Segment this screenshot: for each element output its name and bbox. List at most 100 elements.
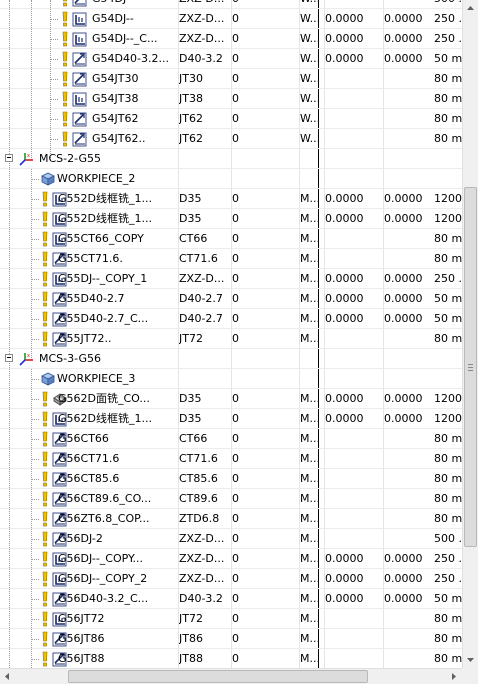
tree-row-operation[interactable]: G56ZT6.8_COP... ZTD6.8 0 M... 80 m bbox=[0, 509, 462, 529]
method-cell: M... bbox=[300, 252, 318, 265]
count-cell: 0 bbox=[232, 332, 239, 345]
floor-stock-cell bbox=[384, 429, 432, 449]
status-warning-icon bbox=[40, 591, 50, 607]
tool-cell: CT71.6 bbox=[179, 252, 218, 265]
tree-node-mcs[interactable]: x MCS-3-G56 bbox=[0, 349, 462, 369]
tool-cell: D35 bbox=[179, 392, 202, 405]
tool-cell: CT89.6 bbox=[179, 492, 218, 505]
feed-cell: 80 m bbox=[434, 252, 462, 265]
tree-row-operation[interactable]: G54DJ-- ZXZ-D... 0 W... 0.0000 0.0000 250 . bbox=[0, 9, 462, 29]
feed-cell: 80 m bbox=[434, 112, 462, 125]
tree-row-operation[interactable]: G56JT88 JT88 0 M... 80 m bbox=[0, 649, 462, 668]
stock-cell bbox=[325, 489, 383, 509]
node-name: G55D40-2.7_C... bbox=[58, 312, 149, 325]
status-warning-icon bbox=[60, 111, 70, 127]
method-cell: W... bbox=[300, 52, 318, 65]
tree-guide-branch bbox=[50, 99, 58, 100]
tree-row-operation[interactable]: G54JT62.. JT62 0 W... 80 m bbox=[0, 129, 462, 149]
collapse-toggle-icon[interactable] bbox=[5, 154, 13, 162]
tree-row-operation[interactable]: G55D40-2.7 D40-2.7 0 M... 0.0000 0.0000 50 m bbox=[0, 289, 462, 309]
feed-cell: 1200 bbox=[434, 192, 462, 205]
scroll-right-arrow-icon[interactable] bbox=[446, 669, 461, 685]
tree-row-operation[interactable]: G54JT62 JT62 0 W... 80 m bbox=[0, 109, 462, 129]
node-name: G56CT89.6_CO... bbox=[58, 492, 152, 505]
tree-row-operation[interactable]: G56DJ--_COPY_2 ZXZ-D... 0 M... 0.0000 0.0000 2… bbox=[0, 569, 462, 589]
tree-row-operation[interactable]: G55DJ--_COPY_1 ZXZ-D... 0 M... 0.0000 0.0000 2… bbox=[0, 269, 462, 289]
count-cell: 0 bbox=[232, 112, 239, 125]
feed-cell: 1200 bbox=[434, 392, 462, 405]
tree-node-mcs[interactable]: x MCS-2-G55 bbox=[0, 149, 462, 169]
collapse-toggle-icon[interactable] bbox=[5, 354, 13, 362]
tree-row-operation[interactable]: G55CT66_COPY CT66 0 M... 80 m bbox=[0, 229, 462, 249]
floor-stock-cell: 0.0000 bbox=[384, 52, 423, 65]
tool-cell: D40-2.7 bbox=[179, 312, 223, 325]
node-name: G55D40-2.7 bbox=[58, 292, 125, 305]
feed-cell: 250 . bbox=[434, 32, 462, 45]
tree-row-operation[interactable]: G56CT66 CT66 0 M... 80 m bbox=[0, 429, 462, 449]
feed-cell: 250 . bbox=[434, 12, 462, 25]
feed-cell: 500 . bbox=[434, 0, 462, 9]
stock-cell bbox=[325, 229, 383, 249]
tree-row-operation[interactable]: G56CT89.6_CO... CT89.6 0 M... 80 m bbox=[0, 489, 462, 509]
method-cell bbox=[300, 369, 318, 389]
tree-row-operation[interactable]: G55JT72.. JT72 0 M... 80 m bbox=[0, 329, 462, 349]
status-warning-icon bbox=[60, 91, 70, 107]
node-name: WORKPIECE_2 bbox=[57, 172, 136, 185]
count-cell: 0 bbox=[232, 432, 239, 445]
tree-guide-branch bbox=[31, 559, 39, 560]
tree-row-operation[interactable]: G56DJ--_COPY... ZXZ-D... 0 M... 0.0000 0.0000… bbox=[0, 549, 462, 569]
stock-cell bbox=[325, 69, 383, 89]
tree-node-workpiece[interactable]: WORKPIECE_2 bbox=[0, 169, 462, 189]
scroll-up-arrow-icon[interactable] bbox=[463, 0, 478, 16]
tree-row-operation[interactable]: G56DJ-2 ZXZ-D... 0 M... 500 . bbox=[0, 529, 462, 549]
tool-cell: D35 bbox=[179, 212, 202, 225]
status-warning-icon bbox=[60, 71, 70, 87]
floor-stock-cell: 0.0000 bbox=[384, 552, 423, 565]
tree-node-workpiece[interactable]: WORKPIECE_3 bbox=[0, 369, 462, 389]
node-name: G56D40-3.2_C... bbox=[58, 592, 149, 605]
status-warning-icon bbox=[40, 331, 50, 347]
status-warning-icon bbox=[40, 471, 50, 487]
tool-cell bbox=[179, 169, 231, 189]
floor-wall-milling-icon bbox=[72, 31, 88, 47]
tree-row-operation[interactable]: G54DJ--_C... ZXZ-D... 0 W... 0.0000 0.0000 250… bbox=[0, 29, 462, 49]
node-name: G54JT30 bbox=[92, 72, 139, 85]
tree-row-operation[interactable]: G552D线框铣_1... D35 0 M... 0.0000 0.0000 1200 bbox=[0, 209, 462, 229]
status-warning-icon bbox=[60, 11, 70, 27]
floor-stock-cell bbox=[384, 109, 432, 129]
floor-stock-cell: 0.0000 bbox=[384, 592, 423, 605]
horizontal-scrollbar[interactable] bbox=[0, 668, 462, 684]
status-warning-icon bbox=[40, 571, 50, 587]
scroll-left-arrow-icon[interactable] bbox=[0, 669, 15, 685]
tree-row-operation[interactable]: G56JT86 JT86 0 M... 80 m bbox=[0, 629, 462, 649]
tool-cell: ZXZ-D... bbox=[179, 552, 225, 565]
tree-row-operation[interactable]: G562D线框铣_1... D35 0 M... 0.0000 0.0000 1200 bbox=[0, 409, 462, 429]
vertical-scroll-thumb[interactable] bbox=[464, 187, 477, 548]
horizontal-scroll-thumb[interactable] bbox=[68, 670, 368, 683]
count-cell: 0 bbox=[232, 192, 239, 205]
stock-cell bbox=[325, 149, 383, 169]
tree-row-operation[interactable]: G56CT71.6 CT71.6 0 M... 80 m bbox=[0, 449, 462, 469]
tool-cell: D35 bbox=[179, 412, 202, 425]
floor-stock-cell bbox=[384, 249, 432, 269]
tree-row-operation[interactable]: G552D线框铣_1... D35 0 M... 0.0000 0.0000 1200 bbox=[0, 189, 462, 209]
node-name: G56CT66 bbox=[58, 432, 109, 445]
tree-row-operation[interactable]: G54JT30 JT30 0 W... 80 m bbox=[0, 69, 462, 89]
count-cell: 0 bbox=[232, 12, 239, 25]
tree-row-operation[interactable]: G56JT72 JT72 0 M... 80 m bbox=[0, 609, 462, 629]
tree-row-operation[interactable]: G55D40-2.7_C... D40-2.7 0 M... 0.0000 0.0000 5… bbox=[0, 309, 462, 329]
count-cell: 0 bbox=[232, 392, 239, 405]
tree-row-operation[interactable]: G562D面铣_CO... D35 0 M... 0.0000 0.0000 1200 bbox=[0, 389, 462, 409]
tree-row-operation[interactable]: G56D40-3.2_C... D40-3.2 0 M... 0.0000 0.0000 5… bbox=[0, 589, 462, 609]
tree-row-operation[interactable]: G54D40-3.2... D40-3.2 0 W... 0.0000 0.0000 50 … bbox=[0, 49, 462, 69]
tree-row-operation[interactable]: G54DJZXZ-D...0W... 500 . bbox=[0, 0, 462, 9]
tree-row-operation[interactable]: G55CT71.6. CT71.6 0 M... 80 m bbox=[0, 249, 462, 269]
floor-wall-milling-icon bbox=[72, 11, 88, 27]
floor-stock-cell bbox=[384, 609, 432, 629]
scroll-down-arrow-icon[interactable] bbox=[463, 652, 478, 668]
tree-row-operation[interactable]: G54JT38 JT38 0 W... 80 m bbox=[0, 89, 462, 109]
feed-cell: 250 . bbox=[434, 552, 462, 565]
vertical-scrollbar[interactable] bbox=[462, 0, 478, 668]
tree-row-operation[interactable]: G56CT85.6 CT85.6 0 M... 80 m bbox=[0, 469, 462, 489]
contour-milling-icon bbox=[72, 131, 88, 147]
